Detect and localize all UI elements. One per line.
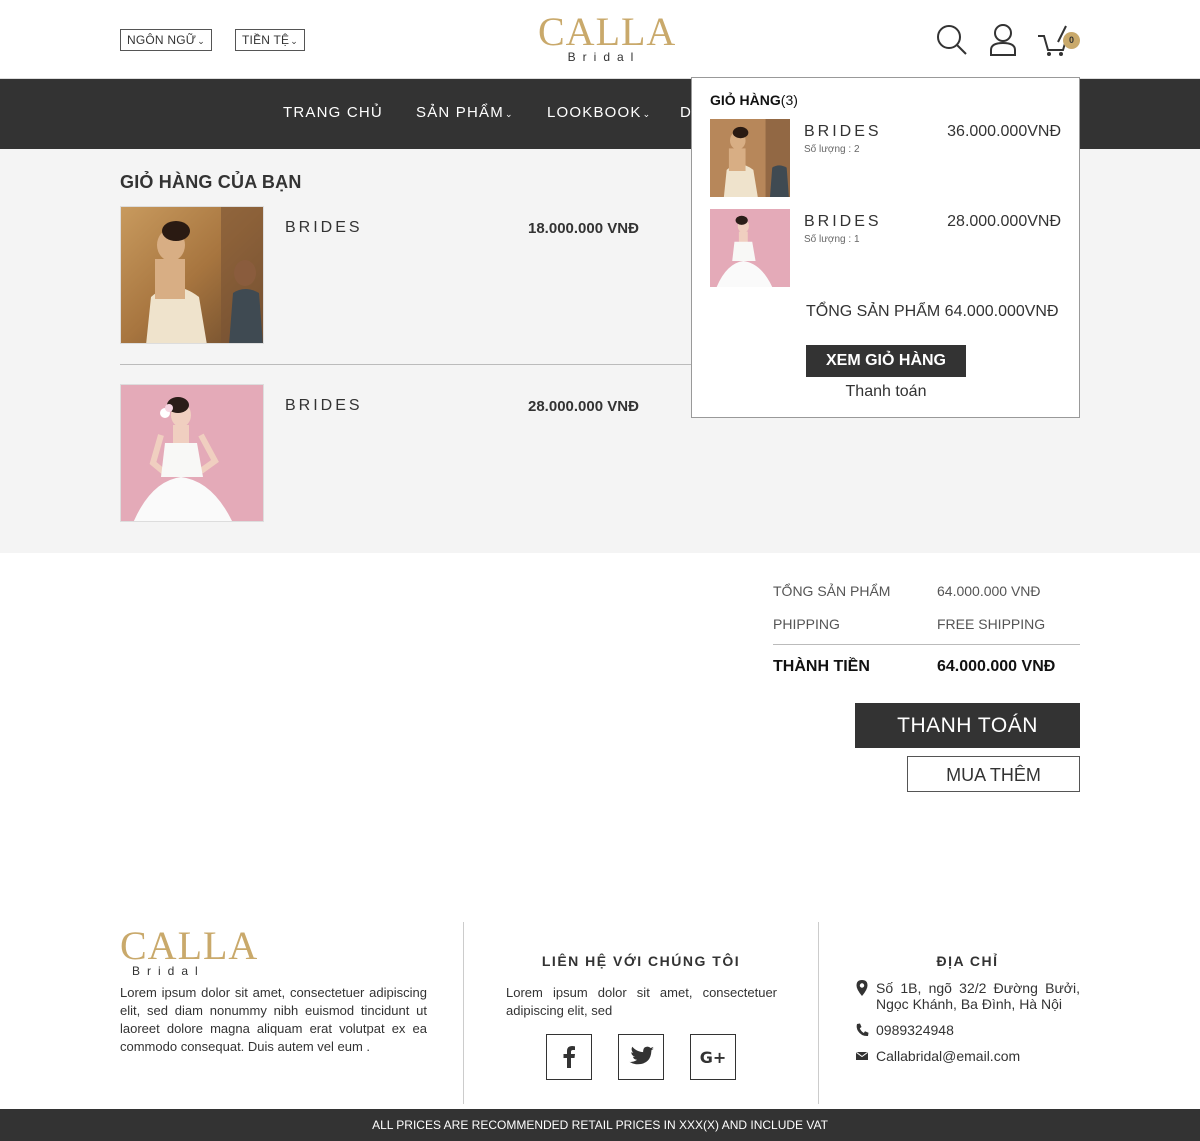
twitter-icon <box>629 1046 654 1065</box>
mini-cart-item-price: 28.000.000VNĐ <box>947 213 1061 230</box>
currency-label: TIỀN TỆ <box>242 33 290 47</box>
mini-cart-dropdown: GIỎ HÀNG(3) BRIDES Số lượng : 2 36.000.0… <box>691 77 1080 418</box>
product-image-brides-2[interactable] <box>120 384 264 522</box>
facebook-icon <box>563 1046 575 1068</box>
footer-email[interactable]: Callabridal@email.com <box>876 1048 1020 1064</box>
cart-item-name[interactable]: BRIDES <box>285 219 363 237</box>
nav-item-label: TRANG CHỦ <box>283 104 383 121</box>
nav-item-home[interactable]: TRANG CHỦ <box>283 104 383 121</box>
site-header: NGÔN NGỮ⌄ TIỀN TỆ⌄ CALLA Bridal 0 <box>0 0 1200 79</box>
language-label: NGÔN NGỮ <box>127 33 197 47</box>
bride-photo-image <box>121 207 263 343</box>
view-cart-button[interactable]: XEM GIỎ HÀNG <box>806 345 966 377</box>
total-label: THÀNH TIỀN <box>773 658 870 675</box>
shipping-label: PHIPPING <box>773 616 840 632</box>
mini-cart-item-image[interactable] <box>710 209 790 287</box>
contact-text: Lorem ipsum dolor sit amet, consectetuer… <box>506 985 777 1018</box>
cart-item-price: 18.000.000 VNĐ <box>528 220 639 237</box>
google-plus-icon: G+ <box>699 1047 727 1067</box>
logo-main-text: CALLA <box>538 9 677 54</box>
footer-bottom-bar: ALL PRICES ARE RECOMMENDED RETAIL PRICES… <box>0 1109 1200 1141</box>
mini-cart-item-qty: Số lượng : 2 <box>804 144 860 155</box>
price-notice-text: ALL PRICES ARE RECOMMENDED RETAIL PRICES… <box>372 1118 828 1132</box>
subtotal-label: TỔNG SẢN PHẨM <box>773 583 891 599</box>
mini-cart-item-name[interactable]: BRIDES <box>804 123 882 141</box>
footer-logo[interactable]: CALLA Bridal <box>120 923 259 978</box>
email-icon <box>856 1051 868 1060</box>
footer-divider <box>463 922 464 1104</box>
site-logo[interactable]: CALLA Bridal <box>538 9 677 64</box>
page-title: GIỎ HÀNG CỦA BẠN <box>120 172 302 192</box>
nav-item-lookbook[interactable]: LOOKBOOK⌄ <box>547 104 651 121</box>
footer-address: Số 1B, ngõ 32/2 Đường Bưởi, Ngọc Khánh, … <box>876 980 1080 1012</box>
logo-main-text: CALLA <box>120 923 259 968</box>
bride-photo-image <box>710 119 790 197</box>
mini-cart-item-name[interactable]: BRIDES <box>804 213 882 231</box>
cart-count-badge: 0 <box>1063 32 1080 49</box>
subtotal-value: 64.000.000 VNĐ <box>937 583 1041 599</box>
user-icon[interactable] <box>986 22 1020 58</box>
chevron-down-icon: ⌄ <box>504 109 514 119</box>
mini-cart-title: GIỎ HÀNG(3) <box>710 92 798 108</box>
continue-shopping-button[interactable]: MUA THÊM <box>907 756 1080 792</box>
mini-cart-total: TỔNG SẢN PHẨM 64.000.000VNĐ <box>806 303 1059 320</box>
footer-phone[interactable]: 0989324948 <box>876 1022 954 1038</box>
language-select[interactable]: NGÔN NGỮ⌄ <box>120 29 212 51</box>
bride-photo-image <box>121 385 263 521</box>
total-value: 64.000.000 VNĐ <box>937 658 1056 675</box>
bride-photo-image <box>710 209 790 287</box>
nav-item-products[interactable]: SẢN PHẨM⌄ <box>416 104 514 121</box>
summary-divider <box>773 644 1080 645</box>
item-divider <box>120 364 692 365</box>
address-heading: ĐỊA CHỈ <box>936 953 999 969</box>
cart-item-price: 28.000.000 VNĐ <box>528 398 639 415</box>
mini-cart-item-image[interactable] <box>710 119 790 197</box>
checkout-button[interactable]: THANH TOÁN <box>855 703 1080 748</box>
twitter-button[interactable] <box>618 1034 664 1080</box>
google-plus-button[interactable]: G+ <box>690 1034 736 1080</box>
cart-item-name[interactable]: BRIDES <box>285 397 363 415</box>
location-pin-icon <box>856 980 868 996</box>
phone-icon <box>856 1023 869 1037</box>
chevron-down-icon: ⌄ <box>642 109 652 119</box>
mini-cart-item-price: 36.000.000VNĐ <box>947 123 1061 140</box>
mini-cart-checkout-link[interactable]: Thanh toán <box>806 383 966 401</box>
nav-item-label: LOOKBOOK <box>547 104 642 121</box>
facebook-button[interactable] <box>546 1034 592 1080</box>
search-icon[interactable] <box>935 22 969 58</box>
chevron-down-icon: ⌄ <box>197 36 205 46</box>
product-image-brides-1[interactable] <box>120 206 264 344</box>
mini-cart-title-text: GIỎ HÀNG <box>710 92 781 108</box>
footer-about-text: Lorem ipsum dolor sit amet, consectetuer… <box>120 985 427 1054</box>
nav-item-label: SẢN PHẨM <box>416 104 504 121</box>
currency-select[interactable]: TIỀN TỆ⌄ <box>235 29 305 51</box>
shipping-value: FREE SHIPPING <box>937 616 1046 632</box>
mini-cart-item-qty: Số lượng : 1 <box>804 234 860 245</box>
contact-heading: LIÊN HỆ VỚI CHÚNG TÔI <box>541 953 741 969</box>
mini-cart-count: (3) <box>780 92 798 108</box>
chevron-down-icon: ⌄ <box>290 36 298 46</box>
footer-divider <box>818 922 819 1104</box>
